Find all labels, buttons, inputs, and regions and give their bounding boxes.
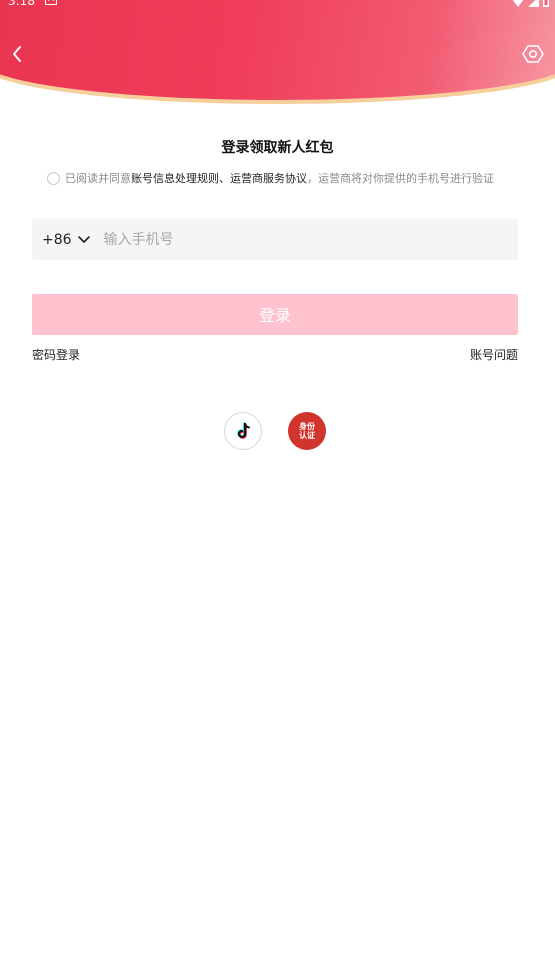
agreement-prefix: 已阅读并同意 <box>65 172 131 185</box>
agreement-row: 已阅读并同意 账号信息处理规则 、 运营商服务协议 ，运营商将对你提供的手机号进… <box>47 170 517 186</box>
hexagon-gear-icon <box>521 45 545 70</box>
carrier-agreement-link[interactable]: 运营商服务协议 <box>230 170 307 186</box>
agreement-suffix: ，运营商将对你提供的手机号进行验证 <box>307 172 494 185</box>
douyin-login-button[interactable] <box>224 412 262 450</box>
status-time: 3:18 <box>8 0 35 8</box>
country-code-selector[interactable]: +86 <box>42 232 90 248</box>
battery-icon <box>543 0 549 10</box>
page-title: 登录领取新人红包 <box>221 140 334 156</box>
back-button[interactable] <box>6 42 30 66</box>
wifi-icon <box>512 0 524 10</box>
id-auth-label-line2: 认证 <box>299 431 315 440</box>
agreement-separator: 、 <box>219 172 230 185</box>
phone-input[interactable] <box>101 230 486 249</box>
account-rules-link[interactable]: 账号信息处理规则 <box>131 170 219 186</box>
chevron-left-icon <box>6 46 30 70</box>
login-page: 3:18 A 登录领取新人红包 已阅读并同意 <box>0 0 555 961</box>
id-auth-login-button[interactable]: 身份 认证 <box>288 412 326 450</box>
password-login-link[interactable]: 密码登录 <box>32 346 80 363</box>
phone-input-row: +86 <box>32 219 518 260</box>
chevron-down-icon <box>72 232 90 248</box>
account-issue-link[interactable]: 账号问题 <box>470 346 518 363</box>
status-bar: 3:18 A <box>0 0 555 12</box>
agreement-checkbox[interactable] <box>47 171 60 185</box>
status-icons <box>512 0 549 10</box>
login-button[interactable]: 登录 <box>32 294 518 335</box>
notification-badge: A <box>45 0 57 5</box>
settings-button[interactable] <box>521 42 545 66</box>
country-code-value: +86 <box>42 231 72 248</box>
id-auth-label-line1: 身份 <box>299 422 315 431</box>
signal-icon <box>528 0 539 10</box>
header-banner <box>0 0 555 100</box>
